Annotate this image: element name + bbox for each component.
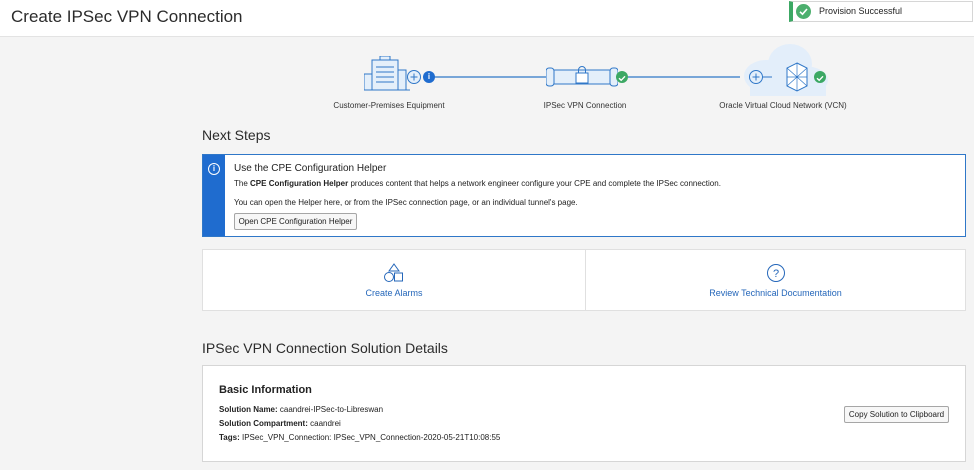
basic-information-heading: Basic Information — [219, 384, 312, 396]
info-icon: i — [208, 163, 220, 175]
info-status-icon: i — [423, 71, 435, 83]
cpe-helper-panel: i Use the CPE Configuration Helper The C… — [202, 154, 966, 237]
next-steps-title: Next Steps — [202, 127, 271, 143]
step-label-vcn: Oracle Virtual Cloud Network (VCN) — [719, 101, 847, 110]
solution-details-title: IPSec VPN Connection Solution Details — [202, 340, 448, 356]
helper-title: Use the CPE Configuration Helper — [234, 163, 387, 174]
page-header: Create IPSec VPN Connection Provision Su… — [0, 0, 974, 37]
page-title: Create IPSec VPN Connection — [11, 7, 243, 26]
open-cpe-helper-button[interactable]: Open CPE Configuration Helper — [234, 213, 357, 230]
success-status-icon — [814, 71, 826, 83]
copy-solution-button[interactable]: Copy Solution to Clipboard — [844, 406, 949, 423]
info-strip: i — [203, 155, 225, 236]
helper-note: You can open the Helper here, or from th… — [234, 198, 578, 207]
toast-message: Provision Successful — [819, 6, 903, 16]
step-label-cpe: Customer-Premises Equipment — [333, 101, 445, 110]
review-docs-link[interactable]: Review Technical Documentation — [586, 288, 965, 298]
solution-name-row: Solution Name: caandrei-IPSec-to-Libresw… — [219, 405, 384, 414]
provision-toast[interactable]: Provision Successful — [789, 1, 973, 22]
helper-description: The CPE Configuration Helper produces co… — [234, 179, 721, 188]
success-status-icon — [616, 71, 628, 83]
cloud-network-icon — [744, 44, 828, 96]
question-icon: ? — [766, 264, 785, 282]
create-alarms-link[interactable]: Create Alarms — [203, 288, 585, 298]
next-steps-cards: Create Alarms ? Review Technical Documen… — [202, 249, 966, 311]
svg-text:?: ? — [772, 268, 778, 280]
vpn-tunnel-icon — [546, 66, 618, 87]
review-docs-card[interactable]: ? Review Technical Documentation — [585, 250, 965, 310]
check-circle-icon — [796, 4, 811, 19]
create-alarms-card[interactable]: Create Alarms — [203, 250, 585, 310]
basic-information-panel: Basic Information Solution Name: caandre… — [202, 365, 966, 462]
step-label-vpn: IPSec VPN Connection — [543, 101, 627, 110]
connection-diagram: i Customer-Premises Equipment IPSec VPN … — [202, 40, 966, 118]
solution-compartment-row: Solution Compartment: caandrei — [219, 419, 341, 428]
shapes-icon — [384, 263, 403, 282]
tags-row: Tags: IPSec_VPN_Connection: IPSec_VPN_Co… — [219, 433, 501, 442]
